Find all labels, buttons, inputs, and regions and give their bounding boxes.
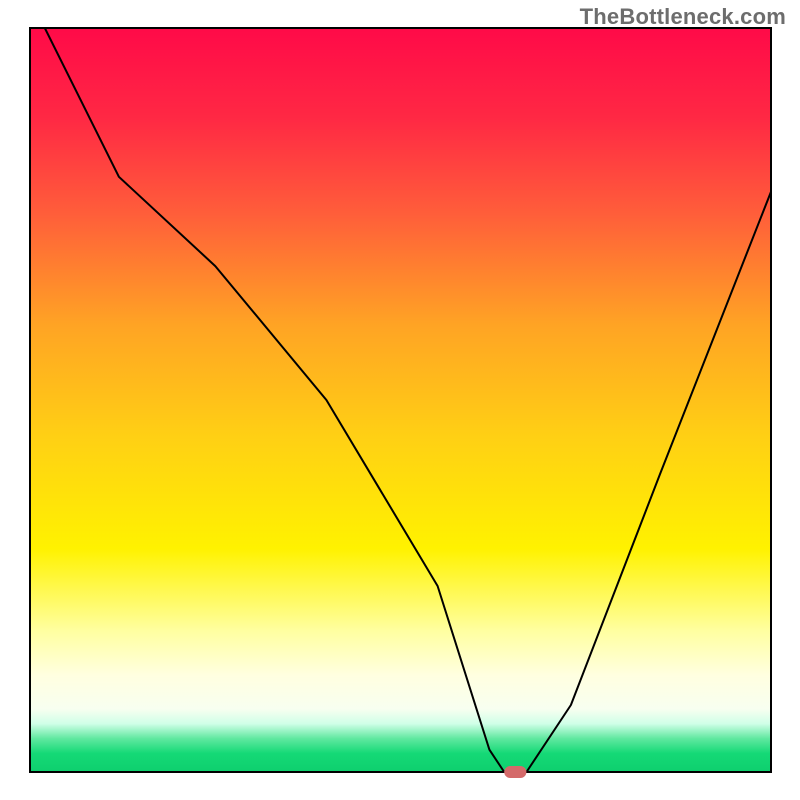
bottleneck-chart (0, 0, 800, 800)
plot-background (30, 28, 771, 772)
optimum-marker (504, 766, 526, 778)
watermark-text: TheBottleneck.com (580, 4, 786, 30)
